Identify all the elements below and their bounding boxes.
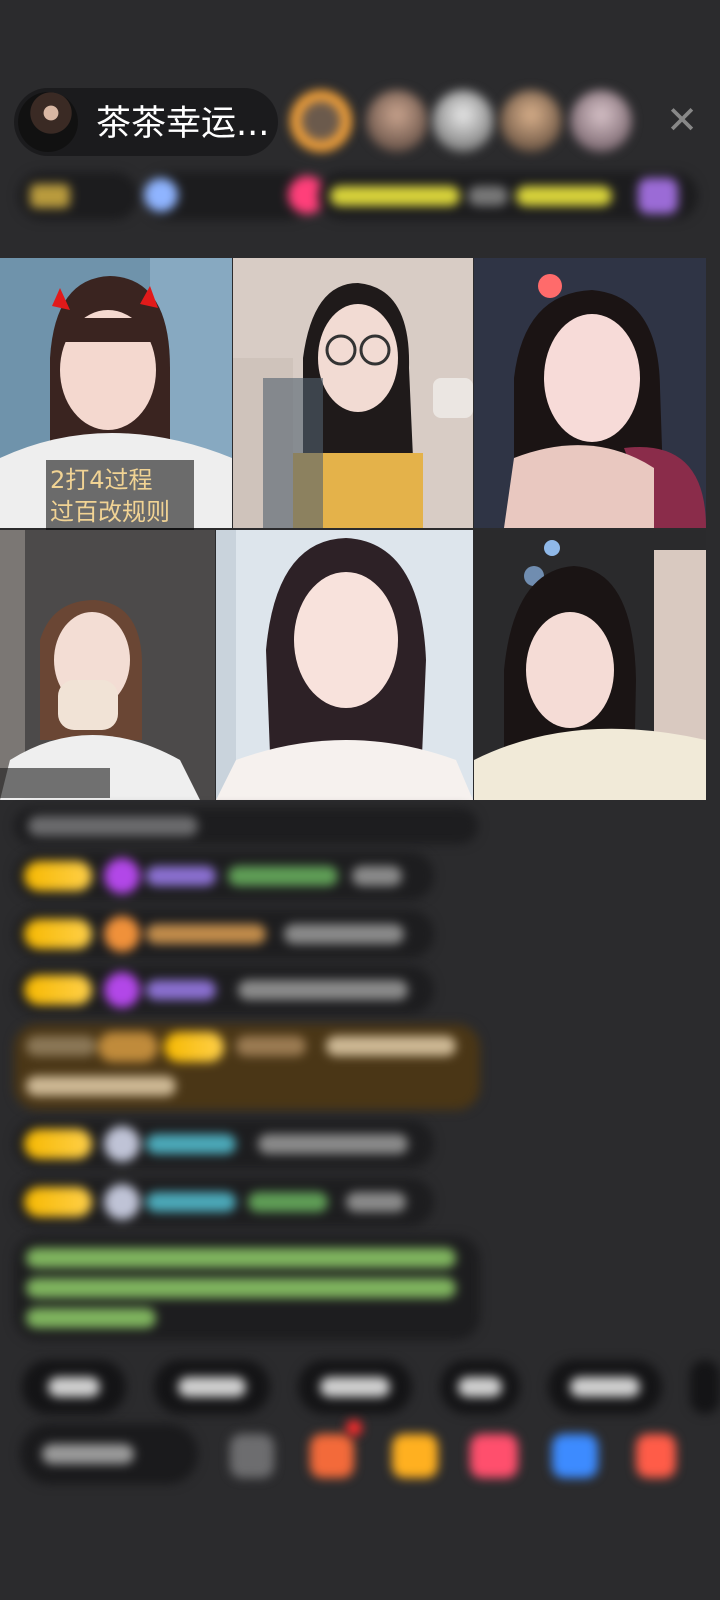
- treasure-icon[interactable]: [470, 1434, 518, 1478]
- quick-reply-chip[interactable]: [298, 1360, 412, 1414]
- emoji-icon[interactable]: [230, 1434, 274, 1478]
- task-chip[interactable]: [318, 172, 698, 220]
- rank-chip[interactable]: [18, 172, 138, 220]
- video-tile-5[interactable]: [216, 530, 473, 800]
- quick-reply-chip[interactable]: [690, 1360, 720, 1414]
- more-icon[interactable]: [636, 1434, 676, 1478]
- lucky-bag-icon[interactable]: [392, 1434, 438, 1478]
- notification-dot-icon: [346, 1420, 362, 1436]
- announcement-message: [14, 1236, 480, 1340]
- streamer-portrait: [474, 530, 706, 800]
- quick-reply-chip[interactable]: [22, 1360, 126, 1414]
- chat-message[interactable]: [14, 1120, 434, 1168]
- gift-box-icon[interactable]: [310, 1434, 354, 1478]
- fans-chip[interactable]: [144, 172, 326, 220]
- chat-message[interactable]: [14, 910, 434, 958]
- video-tile-6[interactable]: [474, 530, 706, 800]
- quick-reply-chip[interactable]: [440, 1360, 520, 1414]
- quick-reply-chip[interactable]: [154, 1360, 270, 1414]
- streamer-portrait: [474, 258, 706, 528]
- game-icon[interactable]: [552, 1434, 598, 1478]
- viewer-avatar[interactable]: [432, 90, 494, 152]
- viewer-avatar[interactable]: [366, 90, 428, 152]
- streamer-portrait: [216, 530, 473, 800]
- highlight-message[interactable]: [14, 1024, 480, 1110]
- host-name[interactable]: 茶茶幸运...: [96, 100, 269, 148]
- chat-message[interactable]: [14, 852, 434, 900]
- system-message: [14, 808, 478, 844]
- caption-line-2: 过百改规则: [50, 498, 170, 526]
- streamer-portrait: [233, 258, 473, 528]
- caption-line-1: 2打4过程: [50, 466, 153, 494]
- streamer-portrait: [0, 530, 215, 800]
- quick-reply-chip[interactable]: [548, 1360, 662, 1414]
- video-tile-2[interactable]: [233, 258, 473, 528]
- chat-input[interactable]: [20, 1424, 198, 1484]
- chat-message[interactable]: [14, 966, 434, 1014]
- video-tile-4[interactable]: [0, 530, 215, 800]
- chat-message[interactable]: [14, 1178, 434, 1226]
- viewer-avatar[interactable]: [570, 90, 632, 152]
- viewer-avatar[interactable]: [500, 90, 562, 152]
- host-stats-row[interactable]: [18, 172, 702, 220]
- top-viewer-avatar[interactable]: [290, 90, 352, 152]
- close-icon[interactable]: ✕: [660, 98, 704, 142]
- tile-caption: 2打4过程 过百改规则: [46, 460, 194, 530]
- host-avatar[interactable]: [18, 92, 78, 152]
- video-tile-3[interactable]: [474, 258, 706, 528]
